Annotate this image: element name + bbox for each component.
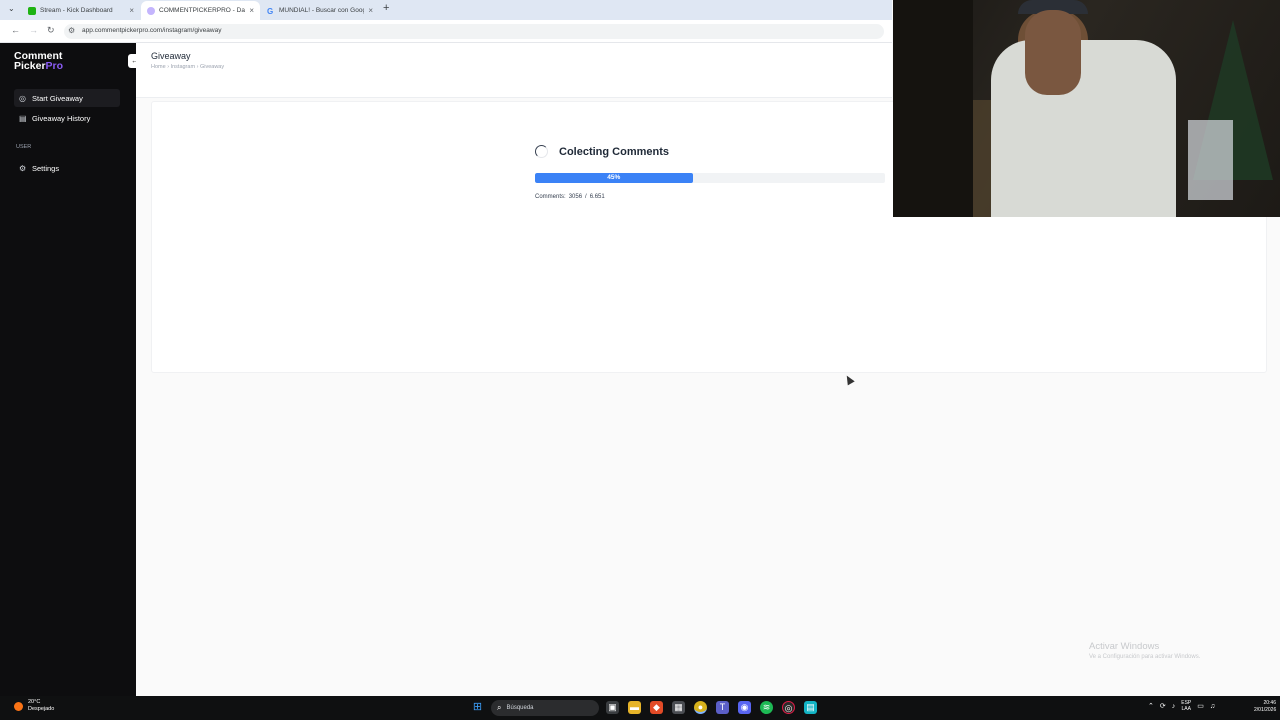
- weather-sun-icon: [14, 701, 23, 711]
- logo-picker: Picker: [14, 59, 46, 72]
- language-indicator[interactable]: ESP LAA: [1181, 700, 1191, 712]
- sidebar-item-settings[interactable]: ⚙ Settings: [14, 159, 120, 177]
- sidebar-item-label: Settings: [32, 163, 60, 173]
- tab-kick[interactable]: Stream - Kick Dashboard ×: [22, 1, 140, 20]
- webcam-overlay: [893, 0, 1280, 217]
- progress-bar-fill: 45%: [535, 173, 693, 183]
- sidebar: Comment PickerPro ← ◎ Start Giveaway ▤ G…: [0, 43, 142, 696]
- task-view-icon[interactable]: ▣: [606, 701, 619, 714]
- notepad-icon[interactable]: ▤: [804, 701, 817, 714]
- spotify-icon[interactable]: ≋: [760, 701, 773, 714]
- browser-tab-strip: ⌄ Stream - Kick Dashboard × COMMENTPICKE…: [0, 0, 892, 20]
- tab-title: MUNDIAL! - Buscar con Google: [279, 7, 365, 14]
- comments-separator: /: [585, 194, 587, 200]
- tab-title: COMMENTPICKERPRO - Dashb: [159, 7, 245, 14]
- logo[interactable]: Comment PickerPro: [14, 51, 64, 72]
- page-title: Giveaway: [151, 51, 191, 61]
- comments-collected: 3056: [568, 194, 583, 200]
- taskbar: 20°C Despejado ⊞ ⌕ Búsqueda ▣ ▬ ◆ ▦ ● T …: [0, 696, 1280, 720]
- weather-temp: 20°C: [28, 699, 41, 705]
- target-icon: ◎: [19, 93, 26, 103]
- comments-count: Comments: 3056 / 6.651: [535, 194, 605, 200]
- taskbar-search[interactable]: ⌕ Búsqueda: [491, 700, 599, 716]
- search-placeholder: Búsqueda: [506, 705, 534, 711]
- sidebar-item-label: Start Giveaway: [32, 93, 83, 103]
- site-info-icon[interactable]: ⚙: [68, 26, 75, 35]
- webcam-person-shirt: [991, 40, 1176, 217]
- tab-commentpicker[interactable]: COMMENTPICKERPRO - Dashb ×: [141, 1, 260, 20]
- commentpicker-favicon-icon: [147, 6, 155, 15]
- progress-bar: 45%: [535, 173, 885, 183]
- page-header: Giveaway Home › Instagram › Giveaway: [136, 43, 892, 98]
- address-bar: ← → ↻ ⚙ app.commentpickerpro.com/instagr…: [0, 20, 892, 43]
- sync-icon[interactable]: ⟳: [1160, 702, 1166, 710]
- clock-date: 2/01/2026: [1254, 707, 1277, 713]
- loading-spinner-icon: [535, 145, 548, 158]
- watermark-line-2: Ve a Configuración para activar Windows.: [1089, 654, 1201, 660]
- chrome-icon[interactable]: ●: [694, 701, 707, 714]
- kick-favicon-icon: [28, 6, 36, 15]
- watermark-line-1: Activar Windows: [1089, 641, 1160, 652]
- sidebar-item-label: Giveaway History: [32, 113, 91, 123]
- url-field[interactable]: ⚙ app.commentpickerpro.com/instagram/giv…: [64, 24, 884, 39]
- search-icon: ⌕: [497, 703, 502, 712]
- tab-search-icon[interactable]: ⌄: [8, 4, 15, 13]
- section-label-user: USER: [16, 144, 32, 150]
- tab-google[interactable]: G MUNDIAL! - Buscar con Google ×: [261, 1, 379, 20]
- breadcrumb-home[interactable]: Home: [151, 64, 166, 70]
- back-icon[interactable]: ←: [11, 25, 20, 35]
- gear-icon: ⚙: [19, 163, 27, 173]
- obs-icon[interactable]: ◎: [782, 701, 795, 714]
- comments-total: 6.651: [589, 194, 605, 200]
- new-tab-icon[interactable]: +: [383, 2, 389, 14]
- mouse-cursor-icon: [843, 373, 855, 386]
- network-icon[interactable]: ▭: [1197, 702, 1204, 710]
- status-title: Colecting Comments: [559, 146, 670, 158]
- sidebar-item-start-giveaway[interactable]: ◎ Start Giveaway: [14, 89, 120, 107]
- system-tray: ⌃ ⟳ ♪ ESP LAA ▭ ♫: [1148, 700, 1215, 712]
- close-tab-icon[interactable]: ×: [249, 6, 254, 15]
- volume-icon[interactable]: ♫: [1210, 703, 1215, 710]
- chevron-up-icon[interactable]: ⌃: [1148, 702, 1154, 710]
- reload-icon[interactable]: ↻: [47, 25, 55, 36]
- weather-widget[interactable]: 20°C Despejado: [14, 699, 54, 713]
- close-tab-icon[interactable]: ×: [368, 6, 373, 15]
- file-explorer-icon[interactable]: ▬: [628, 701, 641, 714]
- comments-label: Comments:: [535, 194, 566, 200]
- lang-line-2: LAA: [1181, 706, 1191, 712]
- teams-icon[interactable]: T: [716, 701, 729, 714]
- activate-windows-watermark: Activar Windows Ve a Configuración para …: [1089, 641, 1200, 660]
- sidebar-item-giveaway-history[interactable]: ▤ Giveaway History: [14, 109, 120, 127]
- forward-icon[interactable]: →: [29, 25, 38, 35]
- store-icon[interactable]: ▦: [672, 701, 685, 714]
- webcam-person-face: [1025, 10, 1081, 95]
- webcam-backdrop: [893, 0, 973, 217]
- logo-pro: Pro: [45, 59, 64, 72]
- tab-title: Stream - Kick Dashboard: [40, 7, 113, 14]
- clock[interactable]: 20:46 2/01/2026: [1254, 700, 1276, 714]
- close-tab-icon[interactable]: ×: [129, 6, 134, 15]
- start-menu-icon[interactable]: ⊞: [471, 701, 484, 714]
- microphone-icon[interactable]: ♪: [1172, 703, 1176, 710]
- weather-desc: Despejado: [28, 706, 55, 712]
- breadcrumb-instagram[interactable]: Instagram: [171, 64, 195, 70]
- discord-icon[interactable]: ◉: [738, 701, 751, 714]
- google-favicon-icon: G: [267, 6, 274, 16]
- breadcrumb-giveaway: Giveaway: [199, 64, 225, 70]
- clock-time: 20:46: [1263, 700, 1276, 706]
- brave-browser-icon[interactable]: ◆: [650, 701, 663, 714]
- webcam-shelf: [1188, 120, 1233, 200]
- url-text: app.commentpickerpro.com/instagram/givea…: [82, 27, 222, 34]
- history-icon: ▤: [19, 113, 27, 123]
- breadcrumb: Home › Instagram › Giveaway: [151, 64, 224, 70]
